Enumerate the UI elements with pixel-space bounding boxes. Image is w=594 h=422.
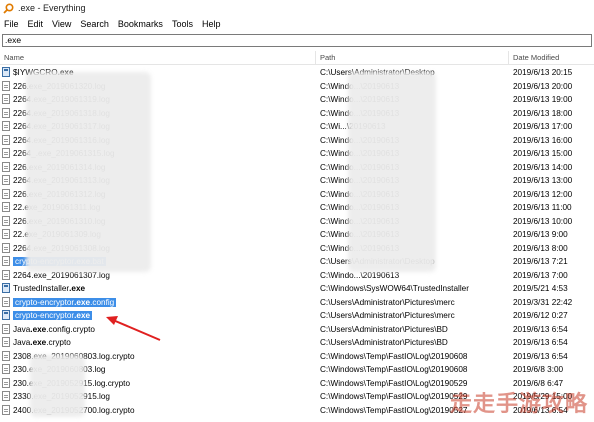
red-arrow-annotation (106, 316, 161, 341)
watermark: 走走手游攻略 (449, 392, 588, 417)
